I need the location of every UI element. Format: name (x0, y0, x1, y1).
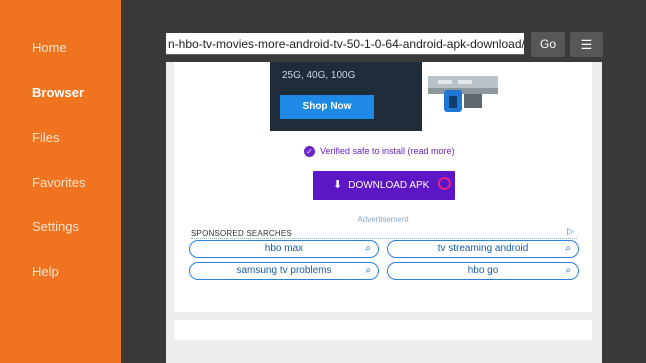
sidebar-item-favorites[interactable]: Favorites (32, 175, 85, 190)
verified-notice[interactable]: ✓ Verified safe to install (read more) (304, 146, 455, 158)
sidebar-item-browser[interactable]: Browser (32, 85, 84, 100)
advertisement-label: Advertisement (357, 215, 409, 224)
shop-now-button[interactable]: Shop Now (280, 95, 374, 119)
url-input[interactable]: n-hbo-tv-movies-more-android-tv-50-1-0-6… (166, 33, 524, 55)
sponsored-search-item[interactable]: hbo go ⌕ (387, 262, 579, 280)
sponsored-search-item[interactable]: tv streaming android ⌕ (387, 240, 579, 258)
ad-banner[interactable]: 25G, 40G, 100G Shop Now (270, 62, 422, 131)
sponsored-search-item[interactable]: samsung tv problems ⌕ (189, 262, 379, 280)
sidebar: Home Browser Files Favorites Settings He… (0, 0, 121, 363)
cursor-ring (438, 177, 451, 190)
download-apk-button[interactable]: ⬇ DOWNLOAD APK (313, 171, 455, 200)
ad-text: 25G, 40G, 100G (282, 70, 356, 81)
divider (191, 238, 577, 239)
sidebar-item-home[interactable]: Home (32, 40, 67, 55)
check-circle-icon: ✓ (304, 146, 315, 158)
download-label: DOWNLOAD APK (348, 180, 430, 191)
sidebar-item-files[interactable]: Files (32, 130, 59, 145)
app-root: Home Browser Files Favorites Settings He… (0, 0, 646, 363)
search-icon: ⌕ (565, 265, 571, 276)
search-icon: ⌕ (365, 243, 371, 254)
go-button[interactable]: Go (531, 32, 565, 57)
verified-text[interactable]: Verified safe to install (read more) (320, 146, 455, 156)
content-card: 25G, 40G, 100G Shop Now ✓ Verified safe t… (174, 62, 592, 312)
web-page: 25G, 40G, 100G Shop Now ✓ Verified safe t… (166, 62, 602, 363)
search-item-label: hbo go (467, 265, 499, 276)
search-icon: ⌕ (365, 265, 371, 276)
search-item-label: tv streaming android (437, 243, 529, 254)
search-item-label: hbo max (264, 243, 304, 254)
adchoices-icon[interactable]: ▷ (567, 226, 574, 237)
sidebar-item-help[interactable]: Help (32, 264, 59, 279)
browser-toolbar: n-hbo-tv-movies-more-android-tv-50-1-0-6… (121, 0, 646, 62)
ad-product-image[interactable] (424, 62, 504, 120)
search-icon: ⌕ (565, 243, 571, 254)
sidebar-item-settings[interactable]: Settings (32, 219, 79, 234)
menu-icon[interactable]: ☰ (570, 32, 603, 57)
content-card-next (174, 320, 592, 340)
sponsored-searches-label: SPONSORED SEARCHES (191, 229, 292, 238)
download-icon: ⬇ (333, 179, 343, 191)
sponsored-search-item[interactable]: hbo max ⌕ (189, 240, 379, 258)
search-item-label: samsung tv problems (236, 265, 332, 276)
